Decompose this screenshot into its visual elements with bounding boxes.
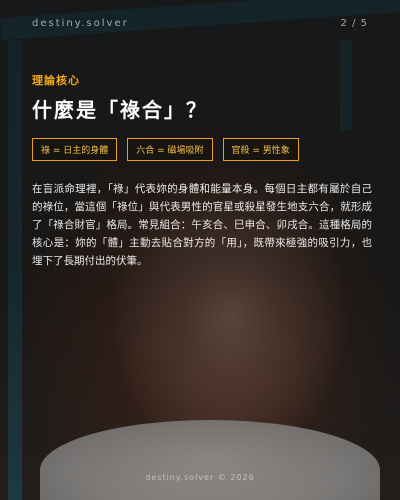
page-indicator: 2 / 5 [340,18,368,29]
footer-copyright: destiny.solver © 2026 [145,473,255,482]
body-paragraph: 在盲派命理裡，「祿」代表妳的身體和能量本身。每個日主都有屬於自己的祿位，當這個「… [32,183,372,267]
slide: destiny.solver 2 / 5 理論核心 什麼是「祿合」？ 祿 = 日… [0,0,400,500]
section-label: 理論核心 [32,74,80,87]
page-title: 什麼是「祿合」？ [32,98,208,122]
tag-liuhe: 六合 = 磁場吸附 [127,138,213,161]
tag-lu: 祿 = 日主的身體 [32,138,118,161]
tag-row: 祿 = 日主的身體 六合 = 磁場吸附 官殺 = 男性象 [32,138,299,161]
tag-guansha: 官殺 = 男性象 [222,138,299,161]
brand-handle: destiny.solver [32,18,129,29]
